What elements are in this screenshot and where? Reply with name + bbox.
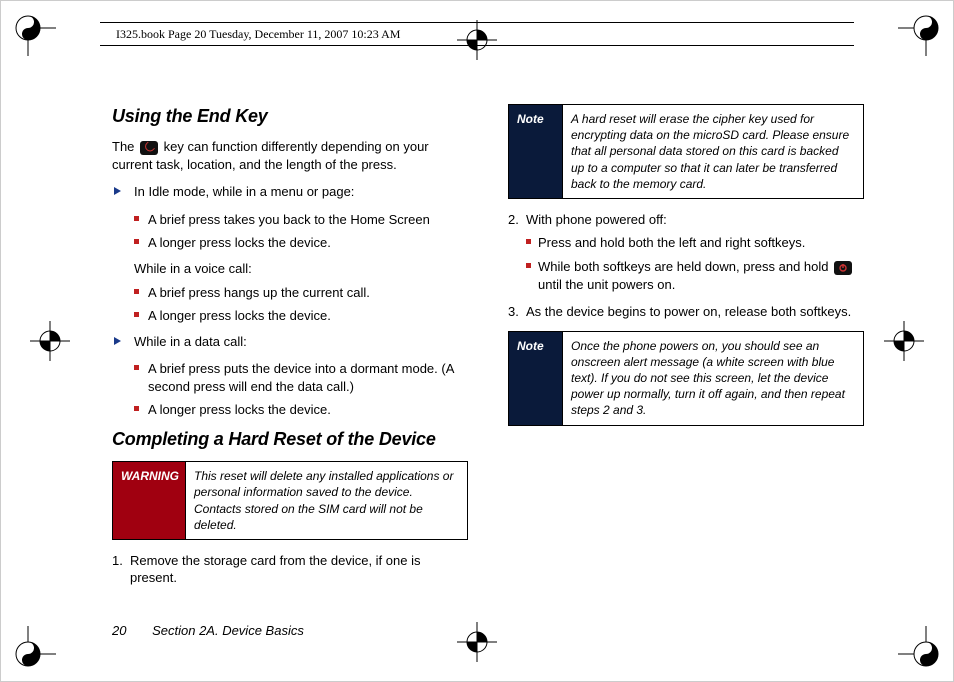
data-call-heading: While in a data call: xyxy=(112,333,468,351)
crop-mark-bottom-left xyxy=(0,626,56,682)
crop-mark-top-left xyxy=(0,0,56,56)
data-long-press: A longer press locks the device. xyxy=(134,401,468,419)
data-brief-press: A brief press puts the device into a dor… xyxy=(134,360,468,395)
note2-body: Once the phone powers on, you should see… xyxy=(571,339,845,418)
note-callout-1: Note A hard reset will erase the cipher … xyxy=(508,104,864,199)
registration-mark-bottom xyxy=(457,622,497,662)
note2-label: Note xyxy=(509,332,563,425)
warning-label: WARNING xyxy=(113,462,186,539)
warning-body: This reset will delete any installed app… xyxy=(194,469,453,532)
note1-body: A hard reset will erase the cipher key u… xyxy=(571,112,849,191)
idle-long-press: A longer press locks the device. xyxy=(134,234,468,252)
voice-call-heading: While in a voice call: xyxy=(134,260,468,278)
warning-callout: WARNING This reset will delete any insta… xyxy=(112,461,468,540)
step-2b-after: until the unit powers on. xyxy=(538,277,675,292)
end-key-intro-after: key can function differently depending o… xyxy=(112,139,429,172)
registration-mark-right xyxy=(884,321,924,361)
crop-mark-bottom-right xyxy=(898,626,954,682)
power-key-icon xyxy=(834,261,852,275)
voice-long-press: A longer press locks the device. xyxy=(134,307,468,325)
idle-mode-heading: In Idle mode, while in a menu or page: xyxy=(112,183,468,201)
note-callout-2: Note Once the phone powers on, you shoul… xyxy=(508,331,864,426)
crop-mark-top-right xyxy=(898,0,954,56)
note1-label: Note xyxy=(509,105,563,198)
step-2b: While both softkeys are held down, press… xyxy=(526,258,864,293)
step-2a: Press and hold both the left and right s… xyxy=(526,234,864,252)
book-header-bar: I325.book Page 20 Tuesday, December 11, … xyxy=(100,22,854,46)
registration-mark-left xyxy=(30,321,70,361)
idle-brief-press: A brief press takes you back to the Home… xyxy=(134,211,468,229)
step-1: Remove the storage card from the device,… xyxy=(112,552,468,587)
end-key-intro-before: The xyxy=(112,139,138,154)
step-3: As the device begins to power on, releas… xyxy=(508,303,864,321)
voice-brief-press: A brief press hangs up the current call. xyxy=(134,284,468,302)
end-key-icon xyxy=(140,141,158,155)
heading-using-end-key: Using the End Key xyxy=(112,104,468,128)
page-number: 20 xyxy=(112,623,126,638)
page-content: Using the End Key The key can function d… xyxy=(112,104,864,610)
step-2-text: With phone powered off: xyxy=(526,212,667,227)
step-2: With phone powered off: Press and hold b… xyxy=(508,211,864,293)
book-header-text: I325.book Page 20 Tuesday, December 11, … xyxy=(116,25,400,43)
end-key-intro: The key can function differently dependi… xyxy=(112,138,468,173)
page-footer: 20 Section 2A. Device Basics xyxy=(112,623,304,638)
step-2b-before: While both softkeys are held down, press… xyxy=(538,259,832,274)
section-name: Section 2A. Device Basics xyxy=(152,623,304,638)
heading-hard-reset: Completing a Hard Reset of the Device xyxy=(112,427,468,451)
document-page: I325.book Page 20 Tuesday, December 11, … xyxy=(0,0,954,682)
